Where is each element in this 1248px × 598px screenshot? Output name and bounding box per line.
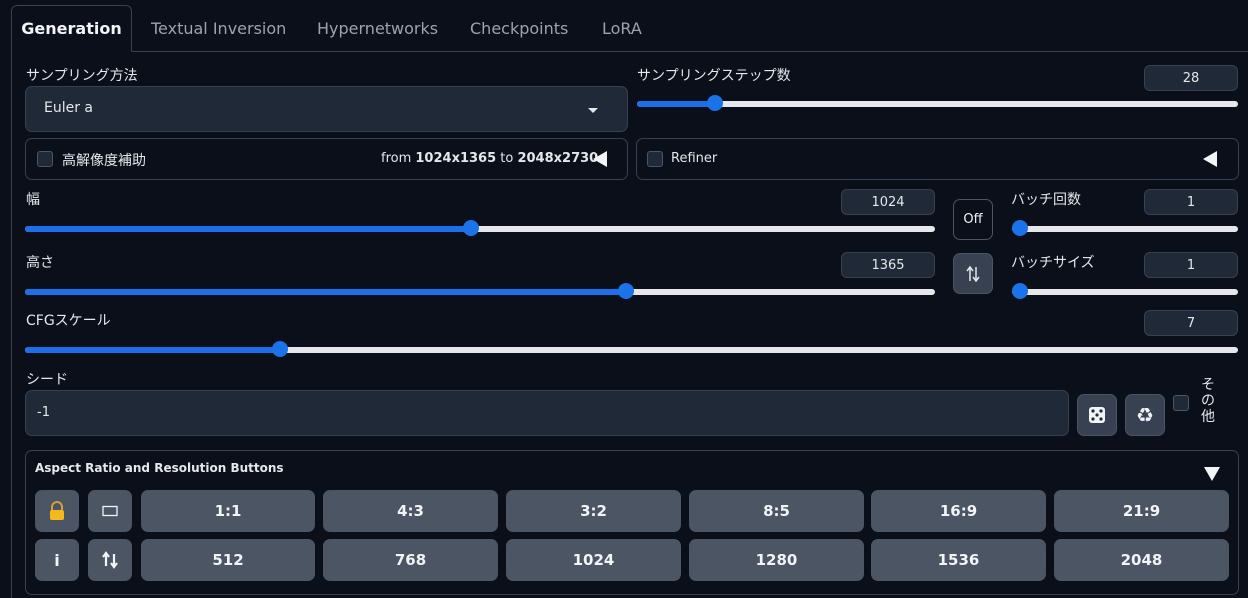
slider-track: [637, 101, 1238, 107]
tab-checkpoints[interactable]: Checkpoints: [451, 5, 587, 52]
slider-track: [1012, 289, 1238, 295]
info-icon: i: [54, 550, 60, 570]
cfg-scale-label: CFGスケール: [26, 313, 111, 329]
swap-resolution-button[interactable]: [88, 539, 132, 581]
cfg-scale-input[interactable]: 7: [1144, 310, 1238, 336]
landscape-rect-icon: [102, 505, 118, 517]
off-button[interactable]: Off: [953, 199, 993, 240]
slider-track: [1012, 226, 1238, 232]
sampling-method-dropdown[interactable]: Euler a: [25, 86, 628, 132]
height-input[interactable]: 1365: [841, 252, 935, 278]
seed-input[interactable]: -1: [25, 390, 1069, 436]
ratio-button-21-9[interactable]: 21:9: [1054, 490, 1229, 532]
sampling-method-value: Euler a: [44, 100, 94, 116]
batch-size-input[interactable]: 1: [1144, 252, 1238, 278]
batch-count-input[interactable]: 1: [1144, 189, 1238, 215]
refiner-label: Refiner: [671, 151, 718, 166]
sampling-steps-label: サンプリングステップ数: [637, 68, 791, 84]
resolution-button-2048[interactable]: 2048: [1054, 539, 1229, 581]
tab-hypernetworks[interactable]: Hypernetworks: [298, 5, 457, 52]
swap-vertical-icon: [102, 551, 118, 569]
sampling-steps-input[interactable]: 28: [1144, 65, 1238, 91]
collapse-triangle-icon[interactable]: [1203, 151, 1217, 167]
tab-generation[interactable]: Generation: [11, 5, 132, 52]
slider-thumb[interactable]: [462, 220, 479, 236]
ratio-button-16-9[interactable]: 16:9: [871, 490, 1046, 532]
ratio-button-8-5[interactable]: 8:5: [689, 490, 864, 532]
resolution-button-1536[interactable]: 1536: [871, 539, 1046, 581]
slider-fill: [637, 101, 716, 107]
resolution-button-1024[interactable]: 1024: [506, 539, 681, 581]
random-seed-button[interactable]: [1077, 394, 1117, 436]
slider-fill: [25, 347, 280, 353]
hires-fix-summary: from 1024x1365 to 2048x2730: [381, 151, 599, 166]
dice-icon: [1089, 407, 1105, 423]
extra-seed-label: その他: [1201, 377, 1215, 425]
resolution-button-512[interactable]: 512: [141, 539, 315, 581]
expand-triangle-icon[interactable]: [1204, 467, 1220, 481]
swap-arrows-icon: [966, 265, 980, 282]
lock-icon: [50, 501, 64, 520]
collapse-triangle-icon[interactable]: [593, 151, 607, 167]
refiner-accordion[interactable]: Refiner: [636, 138, 1239, 180]
batch-size-label: バッチサイズ: [1011, 255, 1095, 271]
extra-seed-checkbox[interactable]: [1173, 395, 1189, 411]
height-label: 高さ: [26, 255, 54, 271]
aspect-ratio-title: Aspect Ratio and Resolution Buttons: [35, 461, 284, 475]
recycle-icon: ♻: [1136, 403, 1154, 427]
chevron-down-icon: [588, 108, 598, 113]
batch-count-label: バッチ回数: [1011, 192, 1081, 208]
height-slider[interactable]: [25, 281, 935, 301]
seed-label: シード: [26, 372, 68, 388]
slider-thumb[interactable]: [707, 95, 724, 111]
lock-aspect-button[interactable]: [35, 490, 79, 532]
hires-fix-accordion[interactable]: 高解像度補助 from 1024x1365 to 2048x2730: [25, 138, 628, 180]
ratio-button-1-1[interactable]: 1:1: [141, 490, 315, 532]
width-label: 幅: [26, 192, 40, 208]
tab-lora[interactable]: LoRA: [583, 5, 661, 52]
reuse-seed-button[interactable]: ♻: [1125, 394, 1165, 436]
resolution-button-768[interactable]: 768: [323, 539, 498, 581]
sampling-method-label: サンプリング方法: [26, 68, 138, 84]
slider-thumb[interactable]: [271, 341, 288, 357]
batch-count-slider[interactable]: [1012, 218, 1238, 238]
resolution-button-1280[interactable]: 1280: [689, 539, 864, 581]
width-slider[interactable]: [25, 218, 935, 238]
width-input[interactable]: 1024: [841, 189, 935, 215]
hires-fix-label: 高解像度補助: [62, 153, 146, 169]
orientation-button[interactable]: [88, 490, 132, 532]
batch-size-slider[interactable]: [1012, 281, 1238, 301]
slider-fill: [25, 226, 471, 232]
refiner-checkbox[interactable]: [647, 151, 663, 167]
info-button[interactable]: i: [35, 539, 79, 581]
sampling-steps-slider[interactable]: [637, 93, 1238, 113]
swap-dimensions-button[interactable]: [953, 253, 993, 294]
ratio-button-3-2[interactable]: 3:2: [506, 490, 681, 532]
seed-value: -1: [37, 405, 50, 420]
hires-fix-checkbox[interactable]: [37, 151, 53, 167]
ratio-button-4-3[interactable]: 4:3: [323, 490, 498, 532]
slider-thumb[interactable]: [617, 283, 634, 299]
slider-thumb[interactable]: [1012, 283, 1028, 299]
slider-thumb[interactable]: [1012, 220, 1028, 236]
slider-fill: [25, 289, 626, 295]
tab-textual-inversion[interactable]: Textual Inversion: [132, 5, 305, 52]
cfg-scale-slider[interactable]: [25, 339, 1238, 359]
